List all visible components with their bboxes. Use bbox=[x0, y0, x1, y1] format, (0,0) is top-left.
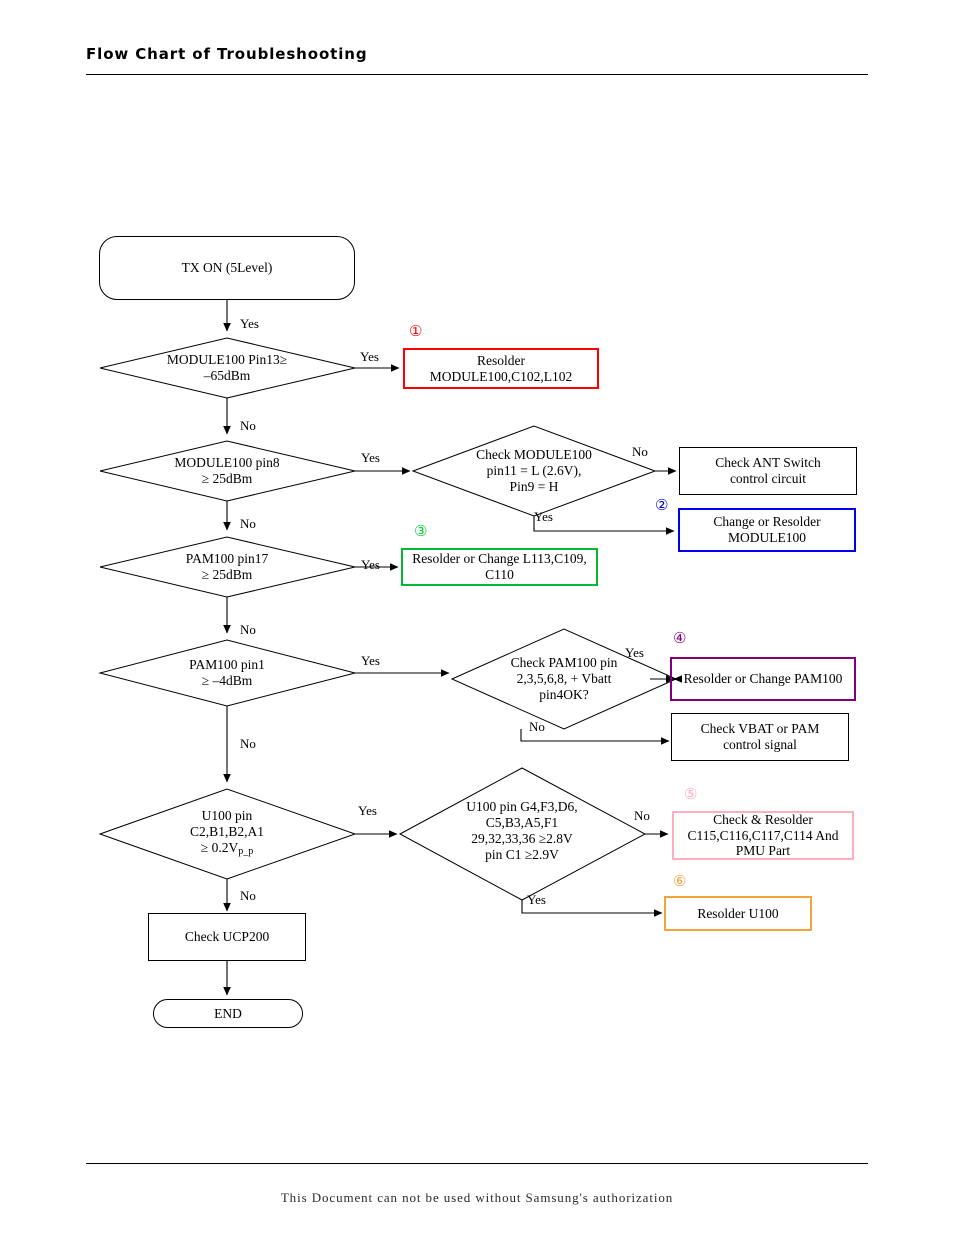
edge-label-d5-yes: Yes bbox=[358, 803, 377, 818]
action-a5-line1: Check & Resolder bbox=[713, 811, 813, 827]
edge-label-d1-no: No bbox=[240, 418, 256, 433]
edge-label-d4b-no: No bbox=[529, 719, 545, 734]
action-vbat-line1: Check VBAT or PAM bbox=[700, 721, 820, 737]
decision-d2-line2: ≥ 25dBm bbox=[201, 471, 253, 486]
action-ant-line2: control circuit bbox=[729, 471, 807, 486]
action-box-check-ant-switch: Check ANT Switch control circuit bbox=[679, 447, 857, 495]
decision-d3-line1: PAM100 pin17 bbox=[185, 551, 269, 567]
action-box-resolder-or-change-pam100: Resolder or Change PAM100 bbox=[670, 657, 856, 701]
edge-label-d4-yes: Yes bbox=[361, 653, 380, 668]
edge-label-d3-yes: Yes bbox=[361, 557, 380, 572]
decision-d5-line3-main: ≥ 0.2V bbox=[200, 840, 239, 856]
flowchart-shape-layer bbox=[98, 300, 682, 996]
start-terminator-label: TX ON (5Level) bbox=[181, 260, 273, 276]
decision-d4b-line1: Check PAM100 pin bbox=[510, 655, 618, 671]
decision-label-d2: MODULE100 pin8 ≥ 25dBm bbox=[174, 455, 279, 487]
marker-4: ④ bbox=[673, 629, 687, 647]
action-box-check-vbat-or-pam: Check VBAT or PAM control signal bbox=[671, 713, 849, 761]
action-box-change-or-resolder-module100: Change or Resolder MODULE100 bbox=[678, 508, 856, 552]
decision-d5-line1: U100 pin bbox=[201, 808, 253, 824]
action-a1-line2: MODULE100,C102,L102 bbox=[429, 368, 573, 384]
footer-notice: This Document can not be used without Sa… bbox=[280, 1190, 674, 1205]
decision-d3-line2: ≥ 25dBm bbox=[201, 567, 253, 582]
edge-label-d2b-yes: Yes bbox=[534, 509, 553, 524]
edge-label-d5b-no: No bbox=[634, 808, 650, 823]
action-a2-line1: Change or Resolder bbox=[713, 514, 821, 530]
decision-label-d4: PAM100 pin1 ≥ –4dBm bbox=[189, 657, 265, 689]
page-root: Flow Chart of Troubleshooting TX ON (5Le… bbox=[0, 0, 954, 1235]
decision-d4-line2: ≥ –4dBm bbox=[201, 673, 253, 688]
decision-d2b-line3: Pin9 = H bbox=[509, 478, 559, 494]
decision-label-d3: PAM100 pin17 ≥ 25dBm bbox=[186, 551, 268, 583]
edge-label-d1-yes: Yes bbox=[360, 349, 379, 364]
action-a5-line2: C115,C116,C117,C114 And bbox=[687, 827, 839, 843]
edge-label-d5b-yes: Yes bbox=[527, 892, 546, 907]
marker-3: ③ bbox=[414, 522, 428, 540]
edge-d2b-yes bbox=[533, 516, 675, 535]
decision-label-d4b: Check PAM100 pin 2,3,5,6,8, + Vbatt pin4… bbox=[511, 655, 618, 703]
action-box-check-and-resolder-c115: Check & Resolder C115,C116,C117,C114 And… bbox=[672, 811, 854, 860]
action-box-resolder-module100: Resolder MODULE100,C102,L102 bbox=[403, 348, 599, 389]
edge-label-d4-no: No bbox=[240, 736, 256, 751]
edge-label-d3-no: No bbox=[240, 622, 256, 637]
edge-label-start-yes: Yes bbox=[240, 316, 259, 331]
marker-6: ⑥ bbox=[673, 872, 687, 890]
action-box-check-ucp200: Check UCP200 bbox=[148, 913, 306, 961]
page-title: Flow Chart of Troubleshooting bbox=[86, 45, 368, 63]
action-ant-line1: Check ANT Switch bbox=[715, 455, 821, 471]
marker-5: ⑤ bbox=[684, 785, 698, 803]
action-vbat-line2: control signal bbox=[723, 737, 797, 752]
footer-divider bbox=[86, 1163, 868, 1164]
decision-d5-line3-sub: p_p bbox=[238, 846, 254, 858]
marker-1: ① bbox=[409, 322, 423, 340]
edge-label-d5-no: No bbox=[240, 888, 256, 903]
start-terminator: TX ON (5Level) bbox=[99, 236, 355, 300]
edge-label-d2-no: No bbox=[240, 516, 256, 531]
decision-d2-line1: MODULE100 pin8 bbox=[174, 455, 280, 471]
action-a6-line1: Resolder U100 bbox=[697, 905, 779, 921]
decision-d5b-line3: 29,32,33,36 ≥2.8V bbox=[471, 831, 573, 846]
decision-d5b-line1: U100 pin G4,F3,D6, bbox=[466, 799, 578, 815]
action-a3-line1: Resolder or Change L113,C109, bbox=[412, 551, 587, 567]
decision-d4b-line2: 2,3,5,6,8, + Vbatt bbox=[516, 671, 612, 687]
decision-d4b-line3: pin4OK? bbox=[539, 686, 589, 702]
decision-label-d2b: Check MODULE100 pin11 = L (2.6V), Pin9 =… bbox=[476, 447, 592, 495]
action-a1-line1: Resolder bbox=[477, 352, 525, 368]
action-box-resolder-or-change-l113: Resolder or Change L113,C109, C110 bbox=[401, 548, 598, 586]
edge-label-d4b-yes: Yes bbox=[625, 645, 644, 660]
action-a2-line2: MODULE100 bbox=[727, 530, 806, 545]
decision-d5b-line4: pin C1 ≥2.9V bbox=[485, 846, 559, 862]
action-a4-line1: Resolder or Change PAM100 bbox=[683, 671, 843, 687]
header-divider bbox=[86, 74, 868, 75]
decision-d2b-line2: pin11 = L (2.6V), bbox=[486, 463, 582, 479]
decision-label-d5b: U100 pin G4,F3,D6, C5,B3,A5,F1 29,32,33,… bbox=[466, 799, 577, 863]
decision-d5-line3: ≥ 0.2Vp_p bbox=[190, 840, 264, 858]
decision-d5-line2: C2,B1,B2,A1 bbox=[190, 824, 264, 840]
decision-d1-line2: –65dBm bbox=[203, 368, 251, 383]
action-box-resolder-u100: Resolder U100 bbox=[664, 896, 812, 931]
edge-label-d2b-no: No bbox=[632, 444, 648, 459]
end-terminator-label: END bbox=[214, 1005, 242, 1021]
end-terminator: END bbox=[153, 999, 303, 1028]
decision-d5b-line2: C5,B3,A5,F1 bbox=[485, 815, 559, 831]
decision-label-d5: U100 pin C2,B1,B2,A1 ≥ 0.2Vp_p bbox=[190, 808, 264, 858]
marker-2: ② bbox=[655, 496, 669, 514]
edge-label-d2-yes: Yes bbox=[361, 450, 380, 465]
action-a3-line2: C110 bbox=[485, 567, 514, 582]
decision-d4-line1: PAM100 pin1 bbox=[189, 657, 265, 673]
decision-label-d1: MODULE100 Pin13≥ –65dBm bbox=[167, 352, 287, 384]
action-a5-line3: PMU Part bbox=[735, 843, 791, 859]
action-ucp-line1: Check UCP200 bbox=[184, 929, 270, 945]
decision-d2b-line1: Check MODULE100 bbox=[476, 447, 592, 463]
decision-d1-line1: MODULE100 Pin13≥ bbox=[166, 352, 288, 368]
